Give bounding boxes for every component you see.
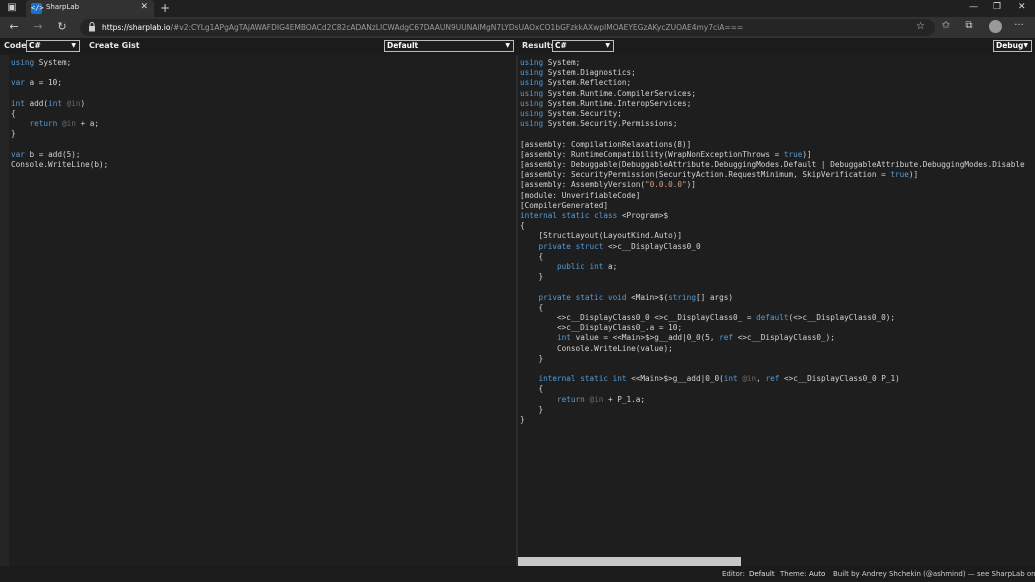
code-line: [module: UnverifiableCode] — [520, 190, 641, 200]
editor-value-link[interactable]: Default — [749, 570, 775, 578]
collections-icon[interactable]: ⧉ — [962, 20, 976, 31]
code-line: [assembly: CompilationRelaxations(8)] — [520, 139, 692, 149]
minimize-icon[interactable]: — — [969, 2, 978, 12]
code-line: private static void <Main>$(string[] arg… — [538, 292, 733, 302]
browser-tab-strip: ▣ </> SharpLab ✕ + — ❐ ✕ — [0, 0, 1035, 17]
browser-tab-sharplab[interactable]: </> SharpLab ✕ — [26, 0, 154, 17]
code-editor[interactable]: using System; var a = 10; int add(int @in)… — [9, 55, 516, 566]
code-line: [assembly: SecurityPermission(SecurityAc… — [520, 170, 919, 180]
code-line: Console.WriteLine(b); — [11, 160, 109, 169]
mode-select[interactable]: Debug ▼ — [993, 40, 1032, 52]
code-language-value: C# — [29, 41, 41, 50]
url-host: https://sharplab.io — [102, 23, 171, 32]
chevron-down-icon: ▼ — [505, 42, 510, 49]
url-text: https://sharplab.io/#v2:CYLg1APgAgTAjAWA… — [102, 23, 743, 32]
status-footer: Editor: Default Theme: Auto Built by And… — [0, 566, 1035, 582]
code-line: [StructLayout(LayoutKind.Auto)] — [520, 231, 683, 241]
theme-label: Theme: — [780, 570, 807, 578]
code-line: <>c__DisplayClass0_.a = 10; — [520, 323, 683, 333]
code-line: { — [520, 302, 544, 312]
code-line: using System.Diagnostics; — [520, 68, 636, 78]
lock-icon — [89, 22, 95, 32]
new-tab-button[interactable]: + — [160, 1, 170, 15]
profile-icon[interactable] — [989, 20, 1002, 33]
editor-gutter — [0, 55, 9, 566]
code-line: using System.Reflection; — [520, 78, 632, 88]
code-line: using System.Runtime.InteropServices; — [520, 98, 692, 108]
code-language-select[interactable]: C# ▼ — [26, 40, 80, 52]
url-path: /#v2:CYLg1APgAgTAjAWAFDIG4EMBOACd2C82cAD… — [170, 23, 744, 32]
credits-text[interactable]: Built by Andrey Shchekin (@ashmind) — se… — [833, 570, 1035, 578]
branch-value: Default — [387, 41, 419, 50]
favorites-icon[interactable]: ✩ — [939, 20, 953, 31]
results-language-value: C# — [555, 41, 567, 50]
tab-close-icon[interactable]: ✕ — [140, 2, 148, 12]
results-language-select[interactable]: C# ▼ — [552, 40, 614, 52]
sharplab-toolbar: Code C# ▼ Create Gist Default ▼ Results … — [0, 38, 1035, 55]
theme-value-link[interactable]: Auto — [809, 570, 825, 578]
sharplab-favicon-icon: </> — [31, 3, 44, 14]
mode-value: Debug — [996, 41, 1024, 50]
code-line: [assembly: Debuggable(DebuggableAttribut… — [520, 160, 1025, 169]
code-line: [assembly: RuntimeCompatibility(WrapNonE… — [520, 149, 812, 159]
code-line: using System.Security.Permissions; — [520, 119, 678, 129]
window-close-icon[interactable]: ✕ — [1018, 2, 1026, 12]
code-line: } — [520, 404, 544, 414]
code-line: [CompilerGenerated] — [520, 200, 608, 210]
code-line: private struct <>c__DisplayClass0_0 — [538, 241, 701, 251]
code-line: } — [520, 272, 544, 282]
code-line: } — [520, 415, 525, 424]
results-label: Results — [522, 41, 556, 50]
chevron-down-icon: ▼ — [71, 42, 76, 49]
code-line: } — [520, 353, 544, 363]
code-label: Code — [4, 41, 27, 50]
code-line: var a = 10; — [11, 78, 62, 88]
chevron-down-icon: ▼ — [1023, 42, 1028, 49]
code-line: using System.Runtime.CompilerServices; — [520, 88, 696, 98]
editor-label: Editor: — [722, 570, 745, 578]
code-line: internal static class <Program>$ — [520, 211, 669, 220]
code-line: } — [11, 129, 16, 139]
results-view[interactable]: using System; using System.Diagnostics; us… — [518, 55, 1035, 566]
code-line: using System; — [11, 58, 72, 67]
more-icon[interactable]: ··· — [1012, 20, 1026, 31]
horizontal-scrollbar-thumb[interactable] — [518, 557, 741, 566]
tab-title: SharpLab — [46, 3, 80, 11]
code-line: internal static int <<Main>$>g__add|0_0(… — [538, 374, 900, 384]
forward-arrow-icon[interactable]: → — [31, 20, 45, 33]
chevron-down-icon: ▼ — [605, 42, 610, 49]
code-line: { — [520, 221, 525, 231]
code-line: using System.Security; — [520, 109, 622, 118]
create-gist-button[interactable]: Create Gist — [89, 41, 140, 50]
address-bar[interactable]: https://sharplab.io/#v2:CYLg1APgAgTAjAWA… — [80, 19, 935, 36]
code-line: Console.WriteLine(value); — [557, 343, 673, 353]
restore-icon[interactable]: ❐ — [993, 2, 1001, 12]
code-line: int add(int @in) — [11, 98, 86, 108]
code-line: var b = add(5); — [11, 149, 81, 159]
code-line: public int a; — [557, 262, 618, 271]
code-line: { — [520, 384, 544, 394]
code-line: int value = <<Main>$>g__add|0_0(5, ref <… — [557, 333, 835, 343]
code-line: { — [11, 109, 16, 118]
code-line: { — [520, 251, 544, 261]
reload-icon[interactable]: ↻ — [55, 20, 69, 33]
code-line: return @in + a; — [29, 119, 99, 129]
back-arrow-icon[interactable]: ← — [7, 20, 21, 33]
browser-toolbar: ← → ↻ https://sharplab.io/#v2:CYLg1APgAg… — [0, 17, 1035, 38]
code-line: using System; — [520, 58, 581, 67]
code-line: return @in + P_1.a; — [557, 394, 646, 404]
code-line: <>c__DisplayClass0_0 <>c__DisplayClass0_… — [520, 313, 896, 322]
tab-actions-icon[interactable]: ▣ — [6, 2, 18, 14]
code-line: [assembly: AssemblyVersion("0.0.0.0")] — [520, 180, 696, 190]
star-icon[interactable]: ☆ — [916, 21, 925, 32]
branch-select[interactable]: Default ▼ — [384, 40, 514, 52]
